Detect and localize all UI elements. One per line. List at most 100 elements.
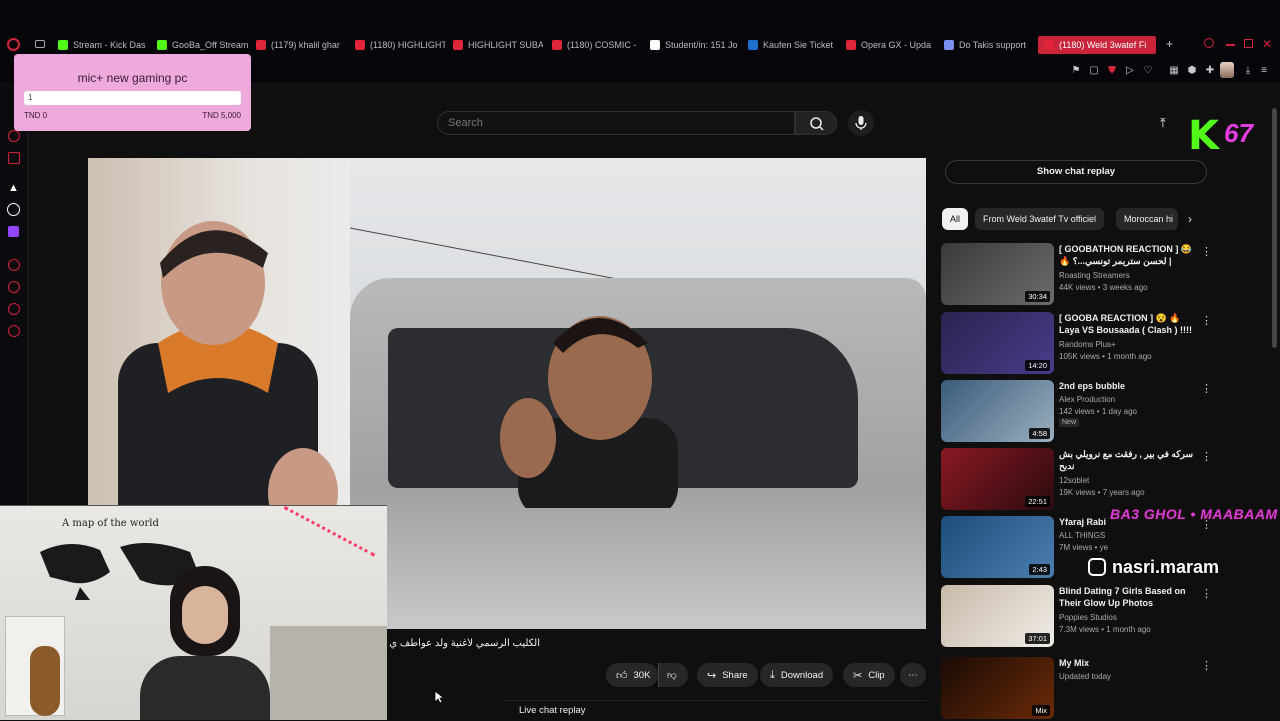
chip-all[interactable]: All [942,208,969,230]
video-thumbnail[interactable]: 14:20 [941,312,1054,374]
browser-tab[interactable]: Stream - Kick Das [58,36,148,54]
browser-tab[interactable]: Opera GX - Upda [846,36,936,54]
recommended-video[interactable]: 4:58 2nd eps bubble Alex Production 142 vie… [941,380,1212,444]
browser-tab-label: Stream - Kick Das [73,40,146,50]
more-actions-button[interactable]: ⋯ [900,663,926,687]
browser-tab[interactable]: GooBa_Off Stream [157,36,249,54]
new-tab-button[interactable]: + [1166,37,1173,51]
video-meta: 105K views • 1 month ago [1059,352,1152,361]
video-thumbnail[interactable]: 22:51 [941,448,1054,510]
browser-tab[interactable]: (1180) HIGHLIGHT [355,36,445,54]
extension-icon[interactable]: ⬢ [1186,64,1198,76]
browser-tab[interactable]: (1179) khalil ghar [256,36,348,54]
like-button[interactable]: 👍︎ 30K [606,663,658,687]
download-button[interactable]: ⤓ Download [760,663,834,687]
menu-icon[interactable]: ≡ [1258,64,1270,76]
search-button[interactable] [795,111,837,135]
sidebar-music-icon[interactable] [8,259,20,271]
video-thumbnail[interactable]: 30:34 [941,243,1054,305]
download-icon[interactable]: ⤓ [1242,64,1254,76]
video-thumbnail[interactable]: 2:43 [941,516,1054,578]
browser-tab[interactable]: Do Takis support [944,36,1034,54]
channel-name[interactable]: Alex Production [1059,395,1115,404]
show-chat-replay-button[interactable]: Show chat replay [945,160,1207,184]
page-scrollbar[interactable] [1272,108,1277,348]
share-button[interactable]: ↪ Share [697,663,758,687]
sidebar-twitch-icon[interactable] [8,226,19,237]
more-options-icon[interactable]: ⋮ [1201,245,1212,258]
heart-icon[interactable]: ♡ [1142,64,1154,76]
video-title[interactable]: [ GOOBA REACTION ] 😵 🔥 Laya VS Bousaada … [1059,312,1199,336]
extension-badge-icon[interactable]: ▦ [1168,64,1180,76]
video-title[interactable]: [ GOOBATHON REACTION ] 😂 🔥 لحسن ستريمر ت… [1059,243,1199,269]
upload-icon[interactable]: ⤒ [1160,115,1174,130]
video-title[interactable]: My Mix [1059,657,1199,669]
bookmark-icon[interactable]: ⚑ [1070,64,1082,76]
search-icon [810,117,824,131]
tab-grid-icon[interactable] [35,40,45,48]
recommended-video[interactable]: Mix My Mix Updated today ⋮ [941,657,1212,721]
scissors-icon: ✂ [853,669,863,682]
channel-name[interactable]: Roasting Streamers [1059,271,1130,280]
more-options-icon[interactable]: ⋮ [1201,587,1212,600]
search-input[interactable] [437,111,795,135]
more-options-icon[interactable]: ⋮ [1201,382,1212,395]
live-chat-replay-bar[interactable]: Live chat replay [502,700,926,720]
video-thumbnail[interactable]: Mix [941,657,1054,719]
clip-button[interactable]: ✂ Clip [843,663,895,687]
recommended-video[interactable]: 22:51 سركه في بير , رفقت مع نرويلي بش ندب… [941,448,1212,512]
tab-search-icon[interactable] [1204,38,1214,48]
channel-name[interactable]: Poppies Studios [1059,613,1117,622]
snapshot-icon[interactable]: ▢ [1088,64,1100,76]
sidebar-gx-icon[interactable] [8,130,20,142]
video-duration: 22:51 [1025,496,1050,507]
sidebar-clock-icon[interactable] [8,303,20,315]
sidebar-chatgpt-icon[interactable] [7,203,20,216]
more-options-icon[interactable]: ⋮ [1201,450,1212,463]
browser-tab[interactable]: HIGHLIGHT SUBA [453,36,543,54]
video-title[interactable]: سركه في بير , رفقت مع نرويلي بش ندبح [1059,448,1199,472]
dislike-button[interactable]: 👎︎ [658,663,688,687]
browser-tab[interactable]: (1180) COSMIC - [552,36,640,54]
youtube-icon [256,40,266,50]
minimize-icon[interactable] [1226,44,1235,46]
chip-from-channel[interactable]: From Weld 3watef Tv officiel [975,208,1105,230]
video-title[interactable]: 2nd eps bubble [1059,380,1199,392]
browser-tab-label: (1179) khalil ghar [271,40,340,50]
sidebar-vk-icon[interactable] [8,152,20,164]
channel-name[interactable]: Updated today [1059,672,1111,681]
voice-search-button[interactable] [848,110,874,136]
browser-tab[interactable]: Kaufen Sie Ticket [748,36,838,54]
more-options-icon[interactable]: ⋮ [1201,659,1212,672]
video-duration: 30:34 [1025,291,1050,302]
new-badge: New [1059,418,1080,427]
site-icon [944,40,954,50]
video-thumbnail[interactable]: 37:01 [941,585,1054,647]
maximize-icon[interactable] [1244,39,1253,48]
video-title[interactable]: Blind Dating 7 Girls Based on Their Glow… [1059,585,1199,609]
profile-avatar[interactable] [1220,62,1234,78]
channel-name[interactable]: 12soblet [1059,476,1089,485]
channel-name[interactable]: Randoms Plus+ [1059,340,1116,349]
video-thumbnail[interactable]: 4:58 [941,380,1054,442]
channel-name[interactable]: ALL THINGS [1059,531,1105,540]
browser-tab[interactable]: (1180) Weld 3watef Fi [1038,36,1156,54]
chip-moroccan[interactable]: Moroccan hi [1116,208,1178,230]
play-icon[interactable]: ▷ [1124,64,1136,76]
thumbs-down-icon: 👎︎ [667,670,677,681]
opera-logo-icon[interactable] [7,38,20,51]
recommended-video[interactable]: 14:20 [ GOOBA REACTION ] 😵 🔥 Laya VS Bous… [941,312,1212,376]
browser-tab[interactable]: Student/in: 151 Jo [650,36,742,54]
video-meta: 7M views • ye [1059,543,1109,552]
site-icon [748,40,758,50]
recommended-video[interactable]: 37:01 Blind Dating 7 Girls Based on Their… [941,585,1212,649]
adblock-icon[interactable]: ⛊ [1106,64,1118,76]
sidebar-settings-icon[interactable] [8,325,20,337]
chip-next-arrow-icon[interactable]: › [1188,212,1192,226]
more-options-icon[interactable]: ⋮ [1201,314,1212,327]
close-window-icon[interactable]: ✕ [1262,37,1272,51]
sidebar-history-icon[interactable] [8,281,20,293]
puzzle-icon[interactable]: ✚ [1204,64,1216,76]
recommended-video[interactable]: 30:34 [ GOOBATHON REACTION ] 😂 🔥 لحسن ستر… [941,243,1212,307]
sidebar-arrow-icon[interactable]: ▲ [8,182,19,194]
